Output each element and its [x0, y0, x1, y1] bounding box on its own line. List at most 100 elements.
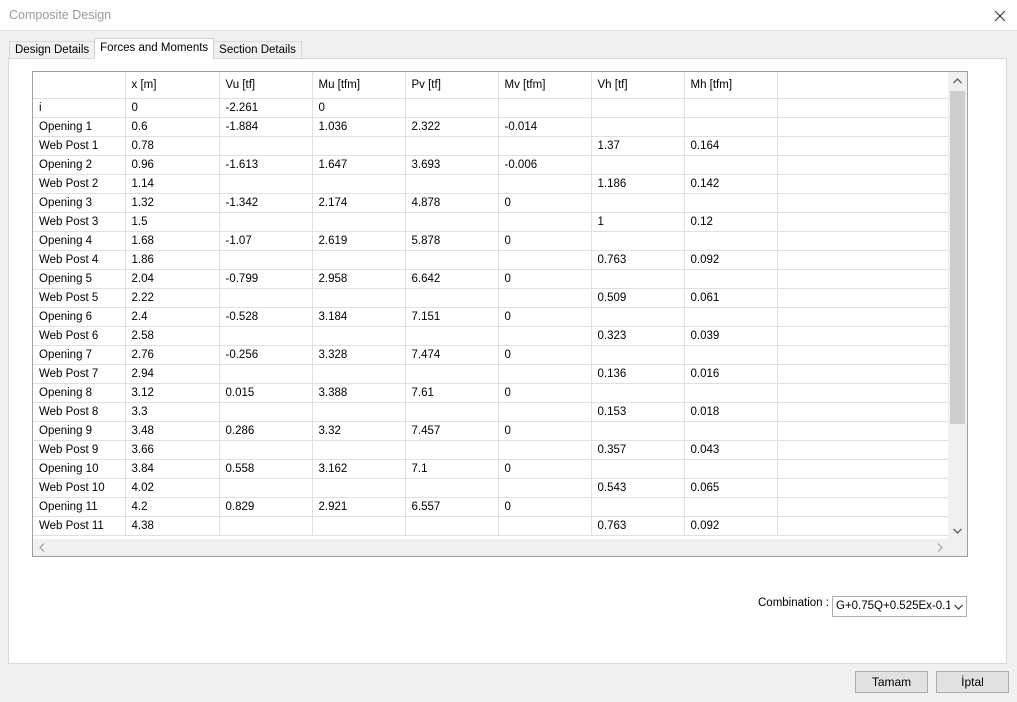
table-cell: 0.142	[684, 174, 778, 194]
table-cell: 0	[498, 459, 592, 479]
table-cell: 3.66	[125, 440, 220, 460]
table-cell	[312, 250, 406, 270]
table-cell	[684, 421, 778, 441]
row-label: Web Post 1	[33, 136, 126, 156]
horizontal-scrollbar[interactable]	[33, 539, 948, 556]
table-cell	[498, 136, 592, 156]
table-row[interactable]: Opening 5 2.04 -0.799 2.958 6.642 0	[33, 269, 948, 289]
table-row[interactable]: Web Post 1 0.78 1.37 0.164	[33, 136, 948, 156]
table-row[interactable]: Opening 6 2.4 -0.528 3.184 7.151 0	[33, 307, 948, 327]
table-cell	[312, 516, 406, 536]
table-cell	[498, 288, 592, 308]
table-row[interactable]: Web Post 5 2.22 0.509 0.061	[33, 288, 948, 308]
table-cell: 0.061	[684, 288, 778, 308]
table-cell	[498, 98, 592, 118]
table-row[interactable]: Web Post 11 4.38 0.763 0.092	[33, 516, 948, 536]
table-cell: 0.558	[219, 459, 313, 479]
table-cell	[219, 174, 313, 194]
table-row[interactable]: Web Post 2 1.14 1.186 0.142	[33, 174, 948, 194]
scroll-up-button[interactable]	[948, 72, 967, 89]
table-row[interactable]: Opening 11 4.2 0.829 2.921 6.557 0	[33, 497, 948, 517]
table-row[interactable]: Web Post 7 2.94 0.136 0.016	[33, 364, 948, 384]
table-cell: -0.256	[219, 345, 313, 365]
row-label: Web Post 8	[33, 402, 126, 422]
table-cell	[219, 364, 313, 384]
table-row[interactable]: Opening 4 1.68 -1.07 2.619 5.878 0	[33, 231, 948, 251]
column-header[interactable]: Vu [tf]	[219, 72, 313, 99]
table-cell: 0.96	[125, 155, 220, 175]
table-cell	[684, 98, 778, 118]
row-filler	[777, 136, 948, 156]
table-row[interactable]: Web Post 6 2.58 0.323 0.039	[33, 326, 948, 346]
table-row[interactable]: Opening 2 0.96 -1.613 1.647 3.693 -0.006	[33, 155, 948, 175]
table-cell: 1	[591, 212, 685, 232]
table-cell	[405, 440, 499, 460]
results-table: x [m] Vu [tf] Mu [tfm] Pv [tf] Mv [tfm] Vh [t…	[33, 72, 948, 536]
close-button[interactable]	[983, 0, 1017, 31]
table-row[interactable]: Web Post 4 1.86 0.763 0.092	[33, 250, 948, 270]
table-cell	[312, 440, 406, 460]
table-cell	[405, 250, 499, 270]
scroll-right-button[interactable]	[931, 539, 948, 556]
row-label: Opening 2	[33, 155, 126, 175]
table-row[interactable]: Opening 10 3.84 0.558 3.162 7.1 0	[33, 459, 948, 479]
table-row[interactable]: Web Post 9 3.66 0.357 0.043	[33, 440, 948, 460]
table-cell	[684, 345, 778, 365]
column-header[interactable]: Mv [tfm]	[498, 72, 592, 99]
table-cell	[591, 193, 685, 213]
table-cell	[219, 136, 313, 156]
tab-forces-and-moments[interactable]: Forces and Moments	[94, 38, 215, 59]
table-cell: 0	[498, 269, 592, 289]
table-cell	[405, 174, 499, 194]
table-cell	[498, 326, 592, 346]
tab-design-details[interactable]: Design Details	[9, 41, 96, 59]
header-filler	[777, 72, 948, 99]
table-cell	[219, 402, 313, 422]
tab-section-details[interactable]: Section Details	[213, 41, 302, 59]
table-cell: 1.68	[125, 231, 220, 251]
vertical-scroll-thumb[interactable]	[950, 91, 965, 424]
table-cell	[684, 155, 778, 175]
table-row[interactable]: Opening 3 1.32 -1.342 2.174 4.878 0	[33, 193, 948, 213]
table-cell	[684, 269, 778, 289]
chevron-down-icon	[953, 604, 963, 610]
table-cell	[498, 516, 592, 536]
table-cell	[498, 402, 592, 422]
column-header[interactable]	[33, 72, 126, 99]
table-cell: 0	[312, 98, 406, 118]
scroll-left-button[interactable]	[33, 539, 50, 556]
table-cell	[312, 212, 406, 232]
table-row[interactable]: Web Post 3 1.5 1 0.12	[33, 212, 948, 232]
table-row[interactable]: Opening 9 3.48 0.286 3.32 7.457 0	[33, 421, 948, 441]
scrollbar-corner	[948, 539, 967, 556]
scroll-down-button[interactable]	[948, 522, 967, 539]
table-cell: 2.322	[405, 117, 499, 137]
cancel-button[interactable]: İptal	[936, 671, 1009, 693]
table-cell: 0.043	[684, 440, 778, 460]
table-cell: 0.015	[219, 383, 313, 403]
table-cell	[405, 136, 499, 156]
table-cell: 2.921	[312, 497, 406, 517]
table-cell: -1.07	[219, 231, 313, 251]
table-row[interactable]: Opening 1 0.6 -1.884 1.036 2.322 -0.014	[33, 117, 948, 137]
combination-select[interactable]: G+0.75Q+0.525Ex-0.1	[832, 596, 967, 617]
column-header[interactable]: Mu [tfm]	[312, 72, 406, 99]
table-cell	[312, 174, 406, 194]
row-filler	[777, 155, 948, 175]
row-label: Web Post 11	[33, 516, 126, 536]
table-row[interactable]: i 0 -2.261 0	[33, 98, 948, 118]
table-cell: 0	[498, 345, 592, 365]
table-cell	[498, 364, 592, 384]
table-cell: 1.86	[125, 250, 220, 270]
table-row[interactable]: Opening 7 2.76 -0.256 3.328 7.474 0	[33, 345, 948, 365]
vertical-scrollbar[interactable]	[948, 72, 967, 539]
combination-dropdown-arrow[interactable]	[950, 597, 966, 616]
ok-button[interactable]: Tamam	[855, 671, 928, 693]
column-header[interactable]: Vh [tf]	[591, 72, 685, 99]
column-header[interactable]: Pv [tf]	[405, 72, 499, 99]
table-row[interactable]: Web Post 8 3.3 0.153 0.018	[33, 402, 948, 422]
column-header[interactable]: x [m]	[125, 72, 220, 99]
table-row[interactable]: Web Post 10 4.02 0.543 0.065	[33, 478, 948, 498]
table-row[interactable]: Opening 8 3.12 0.015 3.388 7.61 0	[33, 383, 948, 403]
column-header[interactable]: Mh [tfm]	[684, 72, 778, 99]
